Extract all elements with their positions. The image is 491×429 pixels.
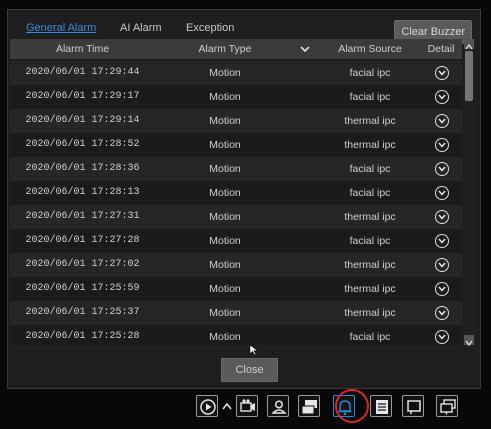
alarm-type-cell: Motion	[209, 235, 241, 247]
alarm-type-cell: Motion	[209, 211, 241, 223]
record-icon[interactable]	[236, 395, 258, 417]
detail-chevron-down-icon[interactable]	[435, 330, 449, 344]
detail-chevron-down-icon[interactable]	[435, 210, 449, 224]
table-row[interactable]: 2020/06/01 17:28:13 Motion facial ipc	[10, 181, 462, 205]
table-row[interactable]: 2020/06/01 17:28:36 Motion facial ipc	[10, 157, 462, 181]
alarm-type-cell: Motion	[209, 115, 241, 127]
table-row[interactable]: 2020/06/01 17:25:28 Motion facial ipc	[10, 325, 462, 345]
disk-icon[interactable]	[370, 395, 392, 417]
detail-chevron-down-icon[interactable]	[435, 234, 449, 248]
mouse-cursor-icon	[249, 344, 259, 356]
table-row[interactable]: 2020/06/01 17:29:14 Motion thermal ipc	[10, 109, 462, 133]
alarm-time-cell: 2020/06/01 17:25:59	[25, 283, 140, 294]
alarm-time-cell: 2020/06/01 17:28:52	[25, 139, 140, 150]
alarm-source-cell: facial ipc	[349, 187, 391, 199]
user-account-icon[interactable]	[267, 395, 289, 417]
detail-chevron-down-icon[interactable]	[435, 186, 449, 200]
alarm-source-cell: thermal ipc	[344, 283, 396, 295]
table-row[interactable]: 2020/06/01 17:25:37 Motion thermal ipc	[10, 301, 462, 325]
multi-screen-icon[interactable]	[436, 395, 458, 417]
alarm-type-cell: Motion	[209, 163, 241, 175]
playback-icon[interactable]	[196, 395, 218, 417]
table-row[interactable]: 2020/06/01 17:29:17 Motion facial ipc	[10, 85, 462, 109]
alarm-source-cell: thermal ipc	[344, 139, 396, 151]
alarm-time-cell: 2020/06/01 17:27:02	[25, 259, 140, 270]
alarm-time-cell: 2020/06/01 17:29:14	[25, 115, 140, 126]
table-header: Alarm Time Alarm Type Alarm Source Detai…	[10, 39, 462, 59]
alarm-time-cell: 2020/06/01 17:25:37	[25, 307, 140, 318]
detail-chevron-down-icon[interactable]	[435, 306, 449, 320]
camera-channel-icon[interactable]	[298, 395, 320, 417]
table-row[interactable]: 2020/06/01 17:25:59 Motion thermal ipc	[10, 277, 462, 301]
table-row[interactable]: 2020/06/01 17:27:02 Motion thermal ipc	[10, 253, 462, 277]
tab-general-alarm[interactable]: General Alarm	[26, 22, 96, 34]
alarm-source-cell: thermal ipc	[344, 115, 396, 127]
alarm-time-cell: 2020/06/01 17:29:44	[25, 67, 140, 78]
bottom-taskbar	[192, 391, 474, 421]
detail-chevron-down-icon[interactable]	[435, 66, 449, 80]
alarm-source-cell: facial ipc	[349, 235, 391, 247]
info-icon[interactable]	[402, 395, 424, 417]
column-header-detail: Detail	[427, 43, 455, 55]
close-button[interactable]: Close	[221, 358, 278, 382]
column-header-alarm-type[interactable]: Alarm Type	[155, 39, 295, 59]
alarm-time-cell: 2020/06/01 17:29:17	[25, 91, 140, 102]
table-row[interactable]: 2020/06/01 17:27:31 Motion thermal ipc	[10, 205, 462, 229]
alarm-source-cell: facial ipc	[349, 91, 391, 103]
scroll-thumb[interactable]	[465, 51, 473, 101]
scroll-up-arrow-icon[interactable]	[464, 39, 474, 50]
detail-chevron-down-icon[interactable]	[435, 258, 449, 272]
alarm-table: Alarm Time Alarm Type Alarm Source Detai…	[10, 39, 462, 345]
alarm-type-cell: Motion	[209, 187, 241, 199]
table-row[interactable]: 2020/06/01 17:29:44 Motion facial ipc	[10, 61, 462, 85]
alarm-type-cell: Motion	[209, 331, 241, 343]
detail-chevron-down-icon[interactable]	[435, 282, 449, 296]
alarm-source-cell: facial ipc	[349, 331, 391, 343]
alarm-source-cell: facial ipc	[349, 163, 391, 175]
alarm-time-cell: 2020/06/01 17:28:13	[25, 187, 140, 198]
expand-up-icon[interactable]	[221, 399, 233, 413]
alarm-source-cell: thermal ipc	[344, 211, 396, 223]
column-header-alarm-source[interactable]: Alarm Source	[320, 39, 420, 59]
alarm-highlight-ring	[335, 389, 369, 423]
detail-chevron-down-icon[interactable]	[435, 162, 449, 176]
alarm-time-cell: 2020/06/01 17:27:28	[25, 235, 140, 246]
alarm-time-cell: 2020/06/01 17:28:36	[25, 163, 140, 174]
tab-ai-alarm[interactable]: AI Alarm	[120, 22, 162, 34]
table-row[interactable]: 2020/06/01 17:28:52 Motion thermal ipc	[10, 133, 462, 157]
detail-chevron-down-icon[interactable]	[435, 90, 449, 104]
alarm-type-cell: Motion	[209, 139, 241, 151]
scroll-down-arrow-icon[interactable]	[464, 335, 474, 347]
alarm-source-cell: facial ipc	[349, 67, 391, 79]
alarm-time-cell: 2020/06/01 17:25:28	[25, 331, 140, 342]
table-row[interactable]: 2020/06/01 17:27:28 Motion facial ipc	[10, 229, 462, 253]
alarm-type-cell: Motion	[209, 91, 241, 103]
sort-chevron-down-icon[interactable]	[300, 45, 310, 53]
column-header-alarm-time[interactable]: Alarm Time	[10, 39, 155, 59]
alarm-type-cell: Motion	[209, 307, 241, 319]
alarm-source-cell: thermal ipc	[344, 259, 396, 271]
tab-exception[interactable]: Exception	[186, 22, 234, 34]
detail-chevron-down-icon[interactable]	[435, 114, 449, 128]
alarm-type-cell: Motion	[209, 283, 241, 295]
table-scrollbar[interactable]	[464, 39, 474, 347]
alarm-type-cell: Motion	[209, 67, 241, 79]
detail-chevron-down-icon[interactable]	[435, 138, 449, 152]
alarm-time-cell: 2020/06/01 17:27:31	[25, 211, 140, 222]
alarm-type-cell: Motion	[209, 259, 241, 271]
alarm-source-cell: thermal ipc	[344, 307, 396, 319]
